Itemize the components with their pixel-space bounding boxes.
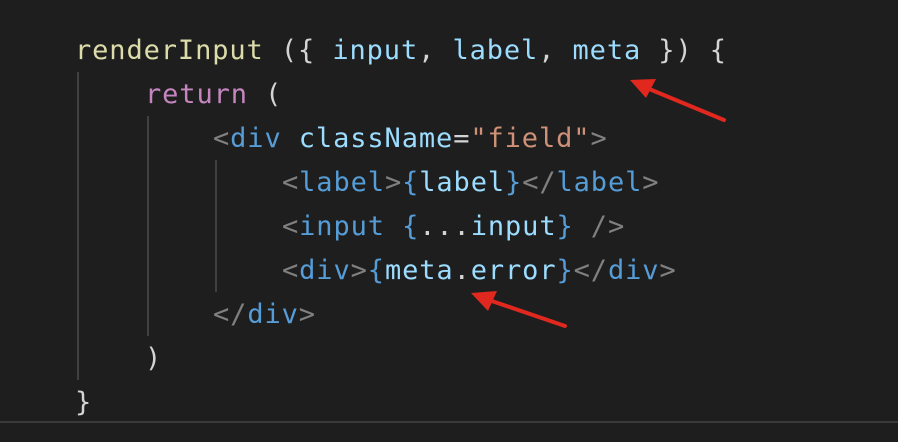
arrow-to-meta-error [471, 291, 567, 328]
annotation-arrow-meta-param [471, 79, 726, 328]
arrow-to-meta-param [630, 79, 726, 122]
code-editor[interactable]: renderInput ({ input, label, meta }) {re… [0, 0, 898, 442]
